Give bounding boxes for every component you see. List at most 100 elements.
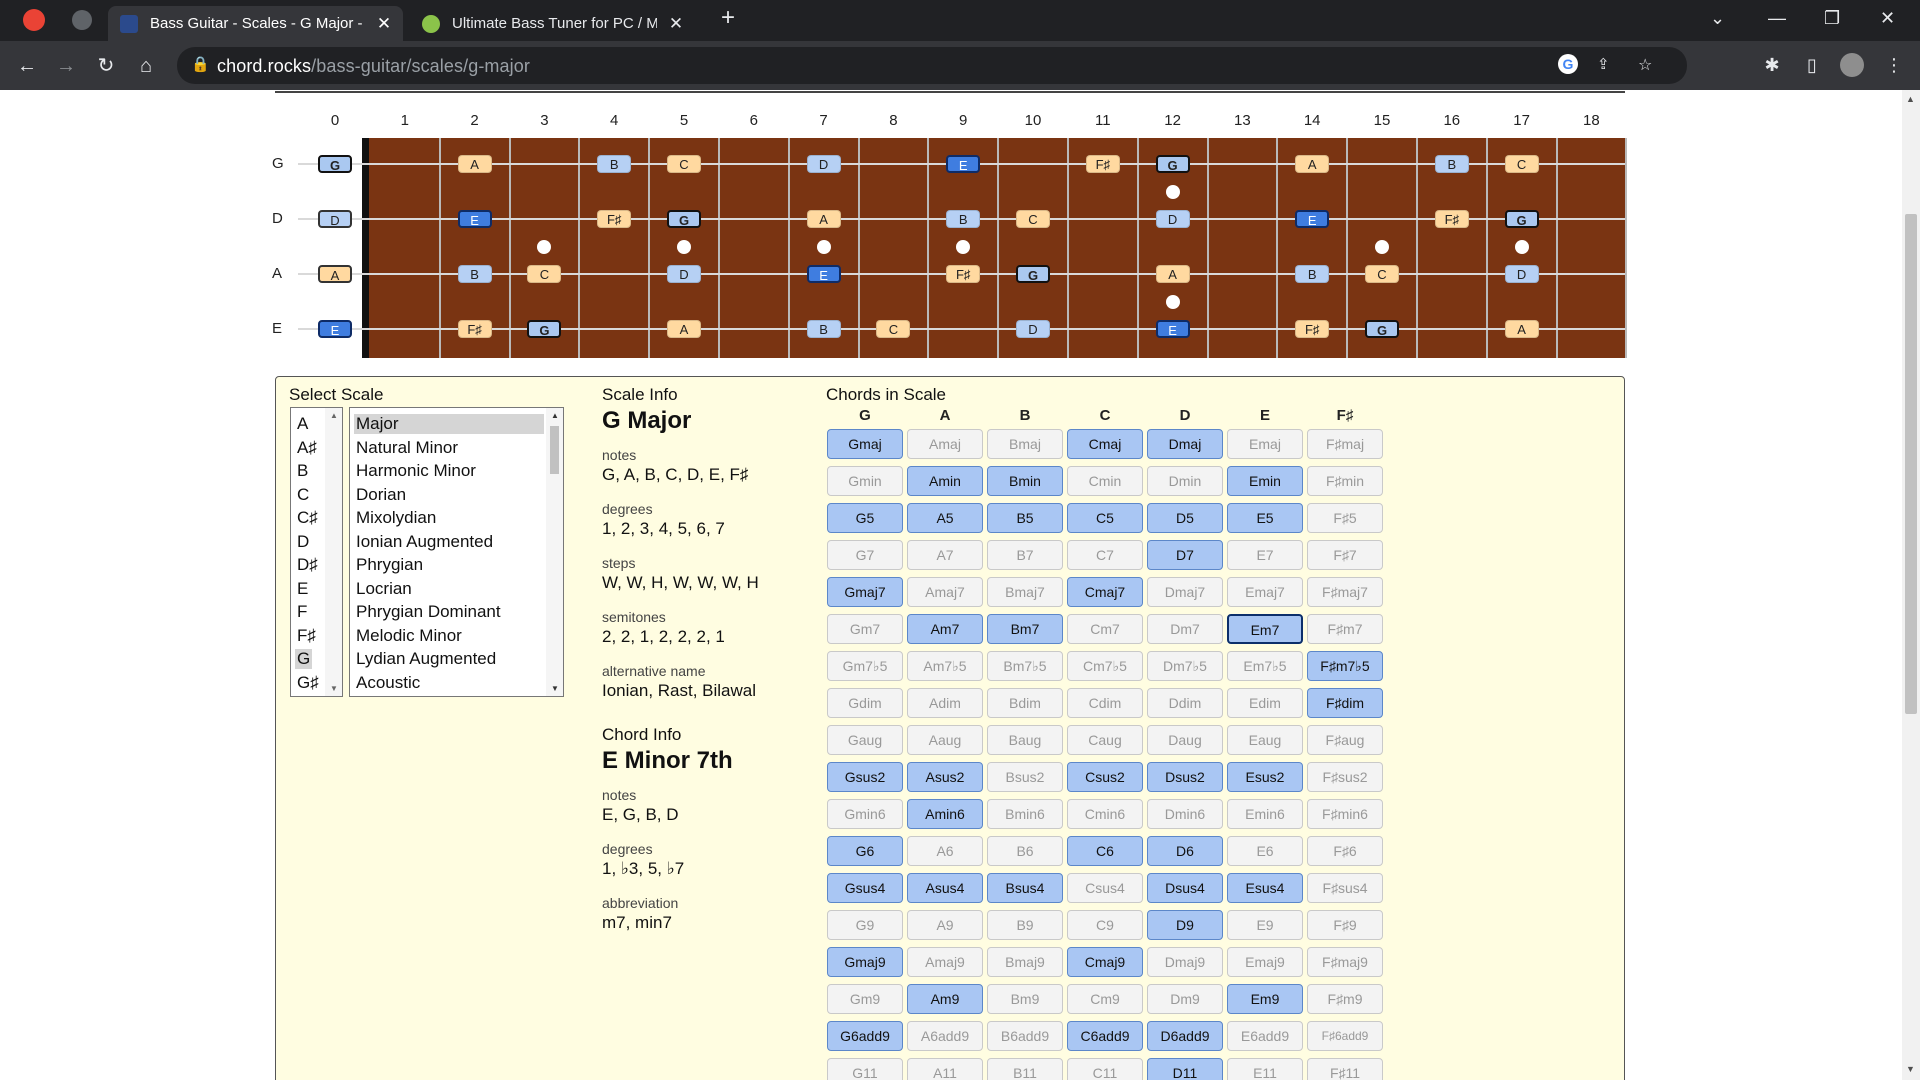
chord-button[interactable]: A7 bbox=[907, 540, 983, 570]
fret-note-d-string[interactable]: D bbox=[1155, 210, 1190, 228]
fret-note-g-string[interactable]: C bbox=[1504, 155, 1539, 173]
chord-button[interactable]: Asus4 bbox=[907, 873, 983, 903]
chord-button[interactable]: Dmin bbox=[1147, 466, 1223, 496]
chord-button[interactable]: D9 bbox=[1147, 910, 1223, 940]
chord-button[interactable]: A5 bbox=[907, 503, 983, 533]
fret-note-g-string[interactable]: C bbox=[667, 155, 701, 173]
scale-type-listbox[interactable]: Major Natural Minor Harmonic Minor Dorian Mi… bbox=[349, 407, 564, 697]
chord-button[interactable]: Bdim bbox=[987, 688, 1063, 718]
chord-button[interactable]: C9 bbox=[1067, 910, 1143, 940]
fret-note-e-string[interactable]: A bbox=[667, 320, 701, 338]
chord-button[interactable]: Gm9 bbox=[827, 984, 903, 1014]
chord-button[interactable]: Cm7♭5 bbox=[1067, 651, 1143, 681]
chord-button[interactable]: Amaj7 bbox=[907, 577, 983, 607]
root-option[interactable]: D♯ bbox=[295, 555, 320, 575]
fret-note-a-string[interactable]: G bbox=[1016, 265, 1050, 283]
chord-button[interactable]: Bm7♭5 bbox=[987, 651, 1063, 681]
scale-option[interactable]: Lydian Augmented bbox=[354, 649, 544, 669]
chord-button[interactable]: E11 bbox=[1227, 1058, 1303, 1080]
chord-button[interactable]: Gmaj9 bbox=[827, 947, 903, 977]
scale-option[interactable]: Natural Minor bbox=[354, 438, 544, 458]
chord-button[interactable]: B6add9 bbox=[987, 1021, 1063, 1051]
chord-button[interactable]: Em7♭5 bbox=[1227, 651, 1303, 681]
profile-avatar[interactable] bbox=[1840, 53, 1864, 77]
menu-kebab-icon[interactable]: ⋮ bbox=[1882, 53, 1906, 77]
fret-note-e-string[interactable]: D bbox=[1016, 320, 1050, 338]
chord-button[interactable]: F♯7 bbox=[1307, 540, 1383, 570]
chord-button[interactable]: Gm7 bbox=[827, 614, 903, 644]
chord-button[interactable]: Amaj bbox=[907, 429, 983, 459]
chord-button[interactable]: C6add9 bbox=[1067, 1021, 1143, 1051]
forward-icon[interactable]: → bbox=[51, 51, 81, 81]
chord-button[interactable]: Caug bbox=[1067, 725, 1143, 755]
chord-button[interactable]: D6 bbox=[1147, 836, 1223, 866]
scale-option[interactable]: Ionian Augmented bbox=[354, 532, 544, 552]
fret-note-e-string[interactable]: E bbox=[1155, 320, 1190, 338]
chord-button[interactable]: G9 bbox=[827, 910, 903, 940]
chord-button[interactable]: B11 bbox=[987, 1058, 1063, 1080]
chord-button[interactable]: F♯6add9 bbox=[1307, 1021, 1383, 1051]
chord-button[interactable]: D6add9 bbox=[1147, 1021, 1223, 1051]
chord-button[interactable]: F♯maj bbox=[1307, 429, 1383, 459]
chord-button[interactable]: Em9 bbox=[1227, 984, 1303, 1014]
chord-button[interactable]: Em7 bbox=[1227, 614, 1303, 644]
chord-button[interactable]: F♯m7♭5 bbox=[1307, 651, 1383, 681]
chord-button[interactable]: Baug bbox=[987, 725, 1063, 755]
chord-button[interactable]: Dmaj7 bbox=[1147, 577, 1223, 607]
extensions-puzzle-icon[interactable]: ✱ bbox=[1760, 53, 1784, 77]
chord-button[interactable]: Cmin6 bbox=[1067, 799, 1143, 829]
scale-option[interactable]: Lydian bbox=[354, 696, 544, 697]
chord-button[interactable]: Dm7♭5 bbox=[1147, 651, 1223, 681]
back-icon[interactable]: ← bbox=[12, 51, 42, 81]
fret-note-g-string[interactable]: A bbox=[1295, 155, 1330, 173]
chord-button[interactable]: Bm9 bbox=[987, 984, 1063, 1014]
warning-icon[interactable] bbox=[23, 9, 45, 31]
fret-note-a-string[interactable]: A bbox=[1155, 265, 1190, 283]
chord-button[interactable]: G11 bbox=[827, 1058, 903, 1080]
chord-button[interactable]: Bsus4 bbox=[987, 873, 1063, 903]
restore-icon[interactable]: ❐ bbox=[1824, 8, 1840, 29]
scale-option[interactable]: Phrygian Dominant bbox=[354, 602, 544, 622]
tab-search-icon[interactable] bbox=[72, 10, 92, 30]
chord-button[interactable]: Bsus2 bbox=[987, 762, 1063, 792]
minimize-icon[interactable]: — bbox=[1768, 8, 1786, 29]
chord-button[interactable]: Dm7 bbox=[1147, 614, 1223, 644]
chord-button[interactable]: Csus2 bbox=[1067, 762, 1143, 792]
chord-button[interactable]: A6add9 bbox=[907, 1021, 983, 1051]
root-note-listbox[interactable]: A A♯ B C C♯ D D♯ E F F♯ G G♯ ▲ ▼ bbox=[290, 407, 343, 697]
fret-note-g-string[interactable]: A bbox=[457, 155, 492, 173]
chord-button[interactable]: Cdim bbox=[1067, 688, 1143, 718]
fret-note-d-string[interactable]: C bbox=[1016, 210, 1050, 228]
fret-note-g-string[interactable]: D bbox=[806, 155, 841, 173]
fret-note-d-string[interactable]: F♯ bbox=[1434, 210, 1469, 228]
fret-note-a-string[interactable]: F♯ bbox=[946, 265, 981, 283]
fret-note-e-string[interactable]: B bbox=[806, 320, 841, 338]
chord-button[interactable]: Emaj9 bbox=[1227, 947, 1303, 977]
chord-button[interactable]: Gsus2 bbox=[827, 762, 903, 792]
scale-option[interactable]: Major bbox=[354, 414, 544, 434]
chord-button[interactable]: Esus2 bbox=[1227, 762, 1303, 792]
chord-button[interactable]: Bmaj7 bbox=[987, 577, 1063, 607]
reload-icon[interactable]: ↻ bbox=[91, 51, 121, 81]
chord-button[interactable]: A9 bbox=[907, 910, 983, 940]
chord-button[interactable]: Emaj bbox=[1227, 429, 1303, 459]
chord-button[interactable]: Gdim bbox=[827, 688, 903, 718]
chord-button[interactable]: G6add9 bbox=[827, 1021, 903, 1051]
chord-button[interactable]: Gmin bbox=[827, 466, 903, 496]
chord-button[interactable]: E9 bbox=[1227, 910, 1303, 940]
chord-button[interactable]: Amin6 bbox=[907, 799, 983, 829]
chord-button[interactable]: F♯11 bbox=[1307, 1058, 1383, 1080]
chord-button[interactable]: Am7♭5 bbox=[907, 651, 983, 681]
chord-button[interactable]: B9 bbox=[987, 910, 1063, 940]
scale-option[interactable]: Phrygian bbox=[354, 555, 544, 575]
chord-button[interactable]: Amaj9 bbox=[907, 947, 983, 977]
root-option[interactable]: D bbox=[295, 532, 311, 552]
chord-button[interactable]: Gmin6 bbox=[827, 799, 903, 829]
fret-note-g-string[interactable]: B bbox=[1434, 155, 1469, 173]
chord-button[interactable]: Gmaj7 bbox=[827, 577, 903, 607]
root-option[interactable]: F♯ bbox=[295, 626, 318, 646]
scale-option[interactable]: Mixolydian bbox=[354, 508, 544, 528]
scale-list-scrollbar[interactable]: ▲ ▼ bbox=[546, 408, 563, 696]
root-option[interactable]: A♯ bbox=[295, 438, 319, 458]
chord-button[interactable]: Dsus2 bbox=[1147, 762, 1223, 792]
